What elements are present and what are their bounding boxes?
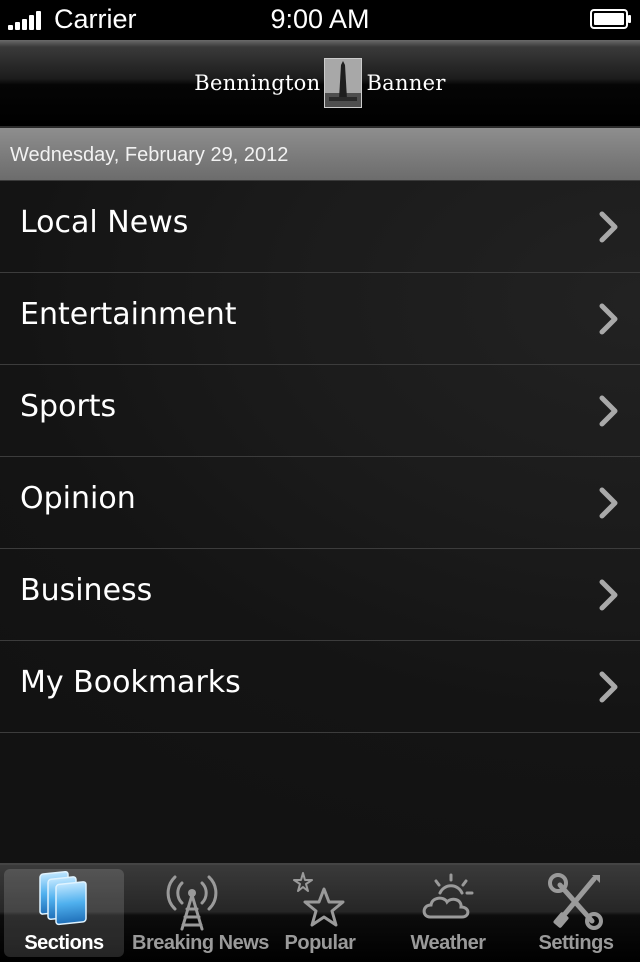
- chevron-right-icon: [599, 395, 618, 427]
- list-item-label: Local News: [20, 205, 189, 240]
- masthead: Bennington Banner: [0, 40, 640, 126]
- chevron-right-icon: [599, 211, 618, 243]
- tab-popular[interactable]: Popular: [260, 869, 380, 957]
- tab-label: Weather: [410, 932, 486, 954]
- list-item-my-bookmarks[interactable]: My Bookmarks: [0, 641, 640, 733]
- tab-bar: Sections Breaking News Popular Weather S…: [0, 863, 640, 962]
- app-header: Bennington Banner: [0, 40, 640, 128]
- list-item-entertainment[interactable]: Entertainment: [0, 273, 640, 365]
- list-item-local-news[interactable]: Local News: [0, 181, 640, 273]
- list-item-business[interactable]: Business: [0, 549, 640, 641]
- sections-list: Local News Entertainment Sports Opinion …: [0, 181, 640, 863]
- stars-icon: [293, 872, 345, 927]
- chevron-right-icon: [599, 303, 618, 335]
- list-item-label: Entertainment: [20, 297, 237, 332]
- tab-label: Breaking News: [132, 932, 269, 954]
- monument-logo-icon: [324, 58, 363, 108]
- tab-label: Sections: [24, 932, 104, 954]
- masthead-right-word: Banner: [366, 71, 446, 95]
- list-item-label: Opinion: [20, 481, 136, 516]
- tab-settings[interactable]: Settings: [516, 869, 636, 957]
- list-item-opinion[interactable]: Opinion: [0, 457, 640, 549]
- list-item-label: Sports: [20, 389, 117, 424]
- radio-tower-icon: [166, 875, 218, 931]
- battery-icon: [590, 9, 631, 29]
- tab-breaking-news[interactable]: Breaking News: [132, 869, 269, 957]
- list-item-sports[interactable]: Sports: [0, 365, 640, 457]
- chevron-right-icon: [599, 487, 618, 519]
- chevron-right-icon: [599, 671, 618, 703]
- wrench-screwdriver-icon: [548, 873, 603, 930]
- tab-label: Settings: [538, 932, 614, 954]
- list-item-label: Business: [20, 573, 153, 608]
- chevron-right-icon: [599, 579, 618, 611]
- current-date: Wednesday, February 29, 2012: [10, 144, 289, 166]
- status-bar: Carrier 9:00 AM: [0, 0, 640, 40]
- status-time: 9:00 AM: [270, 4, 370, 34]
- tab-weather[interactable]: Weather: [388, 869, 508, 957]
- stacked-pages-icon: [39, 871, 87, 926]
- tab-label: Popular: [284, 932, 356, 954]
- tab-sections[interactable]: Sections: [4, 869, 124, 957]
- list-item-label: My Bookmarks: [20, 665, 241, 700]
- cloud-sun-icon: [422, 873, 474, 919]
- masthead-left-word: Bennington: [194, 71, 321, 95]
- date-bar: Wednesday, February 29, 2012: [0, 128, 640, 181]
